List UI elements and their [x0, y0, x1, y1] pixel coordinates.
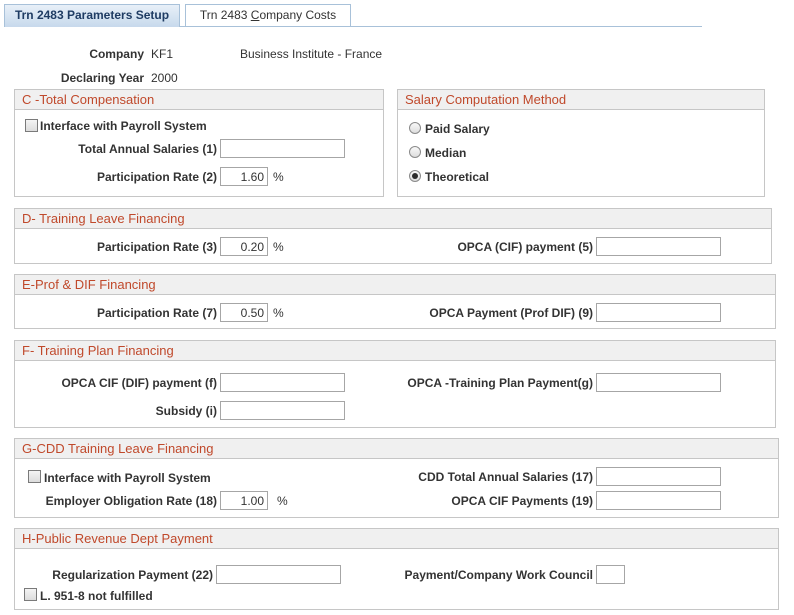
total-annual-salaries-input[interactable] — [220, 139, 345, 158]
interface-payroll-label: Interface with Payroll System — [40, 119, 207, 133]
employer-obligation-input[interactable] — [220, 491, 268, 510]
salary-method-header: Salary Computation Method — [398, 90, 764, 110]
regularization-payment-label: Regularization Payment (22) — [52, 568, 213, 582]
company-name: Business Institute - France — [240, 47, 383, 61]
cdd-total-salaries-input[interactable] — [596, 467, 721, 486]
total-compensation-header: C -Total Compensation — [15, 90, 383, 110]
total-annual-salaries-label: Total Annual Salaries (1) — [78, 142, 217, 156]
work-council-input[interactable] — [596, 565, 625, 584]
training-plan-title: F- Training Plan Financing — [22, 343, 174, 358]
training-leave-header: D- Training Leave Financing — [15, 209, 771, 229]
tab-parameters-setup[interactable]: Trn 2483 Parameters Setup — [4, 4, 180, 27]
cdd-interface-payroll-label: Interface with Payroll System — [44, 471, 211, 485]
tab-company-costs-post: ompany Costs — [259, 8, 337, 22]
cdd-total-salaries-label: CDD Total Annual Salaries (17) — [418, 470, 593, 484]
participation-rate-3-label: Participation Rate (3) — [96, 240, 217, 254]
subsidy-label: Subsidy (i) — [155, 404, 217, 418]
opca-cif-payment-input[interactable] — [596, 237, 721, 256]
company-label: Company — [89, 47, 144, 61]
paid-salary-radio[interactable] — [409, 122, 421, 134]
training-plan-header: F- Training Plan Financing — [15, 341, 775, 361]
tab-bar: Trn 2483 Parameters Setup Trn 2483 Compa… — [4, 4, 702, 27]
cdd-interface-payroll-checkbox[interactable] — [28, 470, 41, 483]
opca-training-plan-input[interactable] — [596, 373, 721, 392]
theoretical-label: Theoretical — [425, 170, 490, 184]
theoretical-radio[interactable] — [409, 170, 421, 182]
cdd-training-leave-header: G-CDD Training Leave Financing — [15, 439, 778, 459]
opca-prof-dif-input[interactable] — [596, 303, 721, 322]
public-revenue-title: H-Public Revenue Dept Payment — [22, 531, 213, 546]
opca-cif-dif-label: OPCA CIF (DIF) payment (f) — [61, 376, 217, 390]
participation-rate-2-input[interactable] — [220, 167, 268, 186]
participation-rate-3-input[interactable] — [220, 237, 268, 256]
cdd-training-leave-title: G-CDD Training Leave Financing — [22, 441, 214, 456]
prof-dif-header: E-Prof & DIF Financing — [15, 275, 775, 295]
opca-prof-dif-label: OPCA Payment (Prof DIF) (9) — [429, 306, 593, 320]
regularization-payment-input[interactable] — [216, 565, 341, 584]
percent-sign: % — [273, 240, 284, 254]
opca-cif-payment-label: OPCA (CIF) payment (5) — [457, 240, 593, 254]
participation-rate-7-label: Participation Rate (7) — [96, 306, 217, 320]
opca-cif-dif-input[interactable] — [220, 373, 345, 392]
l951-checkbox[interactable] — [24, 588, 37, 601]
l951-label: L. 951-8 not fulfilled — [40, 589, 153, 603]
public-revenue-header: H-Public Revenue Dept Payment — [15, 529, 778, 549]
participation-rate-2-label: Participation Rate (2) — [96, 170, 217, 184]
employer-obligation-label: Employer Obligation Rate (18) — [45, 494, 217, 508]
work-council-label: Payment/Company Work Council — [404, 568, 593, 582]
interface-payroll-checkbox[interactable] — [25, 119, 38, 132]
median-radio[interactable] — [409, 146, 421, 158]
paid-salary-label: Paid Salary — [425, 122, 490, 136]
opca-training-plan-label: OPCA -Training Plan Payment(g) — [407, 376, 593, 390]
percent-sign: % — [273, 306, 284, 320]
prof-dif-title: E-Prof & DIF Financing — [22, 277, 156, 292]
subsidy-input[interactable] — [220, 401, 345, 420]
participation-rate-7-input[interactable] — [220, 303, 268, 322]
opca-cif-payments-label: OPCA CIF Payments (19) — [451, 494, 593, 508]
training-leave-title: D- Training Leave Financing — [22, 211, 185, 226]
percent-sign: % — [277, 494, 288, 508]
declaring-year-value: 2000 — [151, 71, 178, 85]
total-compensation-title: C -Total Compensation — [22, 92, 155, 107]
opca-cif-payments-input[interactable] — [596, 491, 721, 510]
median-label: Median — [425, 146, 467, 160]
declaring-year-label: Declaring Year — [60, 71, 144, 85]
salary-method-title: Salary Computation Method — [405, 92, 567, 107]
company-code: KF1 — [151, 47, 174, 61]
tab-company-costs[interactable]: Trn 2483 Company Costs — [185, 4, 351, 26]
percent-sign: % — [273, 170, 284, 184]
tab-company-costs-pre: Trn 2483 — [199, 8, 251, 22]
